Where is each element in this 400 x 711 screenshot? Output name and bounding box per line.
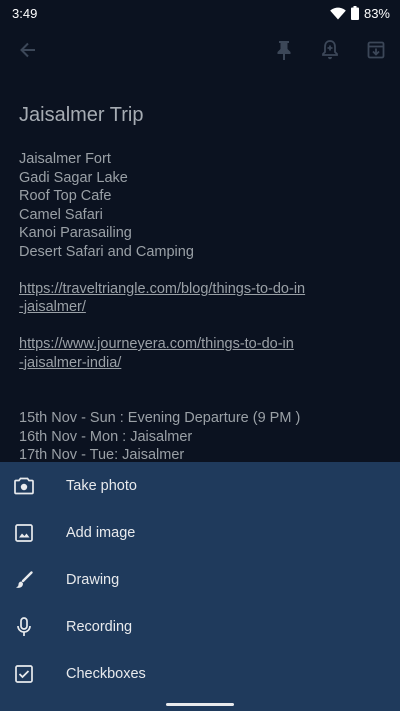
reminder-bell-icon <box>320 39 340 61</box>
note-link[interactable]: -jaisalmer/ <box>19 298 379 317</box>
note-body[interactable]: Jaisalmer Fort Gadi Sagar Lake Roof Top … <box>19 150 379 465</box>
pin-icon <box>274 39 294 61</box>
wifi-icon <box>330 7 346 20</box>
archive-icon <box>366 40 386 60</box>
recording-option[interactable]: Recording <box>0 603 400 650</box>
note-line: Camel Safari <box>19 206 103 223</box>
battery-icon <box>350 6 359 20</box>
back-arrow-icon <box>18 40 38 60</box>
home-indicator[interactable] <box>166 703 234 706</box>
note-line: Roof Top Cafe <box>19 188 112 204</box>
reminder-button[interactable] <box>318 38 342 62</box>
microphone-icon <box>12 615 36 639</box>
status-icons: 83% <box>330 6 390 21</box>
note-toolbar <box>0 26 400 74</box>
status-time: 3:49 <box>12 5 38 21</box>
note-editor[interactable]: Jaisalmer Trip Jaisalmer Fort Gadi Sagar… <box>19 100 379 465</box>
note-link[interactable]: -jaisalmer-india/ <box>19 354 379 373</box>
note-line: Desert Safari and Camping <box>19 243 194 260</box>
archive-button[interactable] <box>364 38 388 62</box>
checkboxes-option[interactable]: Checkboxes <box>0 650 400 697</box>
take-photo-option[interactable]: Take photo <box>0 462 400 509</box>
note-line: Jaisalmer Fort <box>19 151 111 167</box>
note-line: 16th Nov - Mon : Jaisalmer <box>19 428 193 445</box>
option-label: Recording <box>66 618 133 635</box>
note-link[interactable]: https://traveltriangle.com/blog/things-t… <box>19 280 379 299</box>
image-icon <box>12 521 36 545</box>
option-label: Take photo <box>66 477 137 494</box>
note-title[interactable]: Jaisalmer Trip <box>19 100 379 130</box>
battery-percent: 83% <box>363 5 390 21</box>
add-content-sheet: Take photo Add image Drawing Recording C… <box>0 462 400 711</box>
camera-icon <box>12 474 36 498</box>
pin-button[interactable] <box>272 38 296 62</box>
note-line: Kanoi Parasailing <box>19 225 132 241</box>
option-label: Add image <box>66 524 136 541</box>
checkbox-icon <box>12 662 36 686</box>
drawing-option[interactable]: Drawing <box>0 556 400 603</box>
note-line: Gadi Sagar Lake <box>19 169 128 186</box>
add-image-option[interactable]: Add image <box>0 509 400 556</box>
option-label: Drawing <box>66 571 120 588</box>
brush-icon <box>12 568 36 592</box>
note-line: 15th Nov - Sun : Evening Departure (9 PM… <box>19 410 301 426</box>
note-link[interactable]: https://www.journeyera.com/things-to-do-… <box>19 335 379 354</box>
back-button[interactable] <box>16 38 40 62</box>
status-bar: 3:49 83% <box>0 0 400 26</box>
option-label: Checkboxes <box>66 665 146 682</box>
